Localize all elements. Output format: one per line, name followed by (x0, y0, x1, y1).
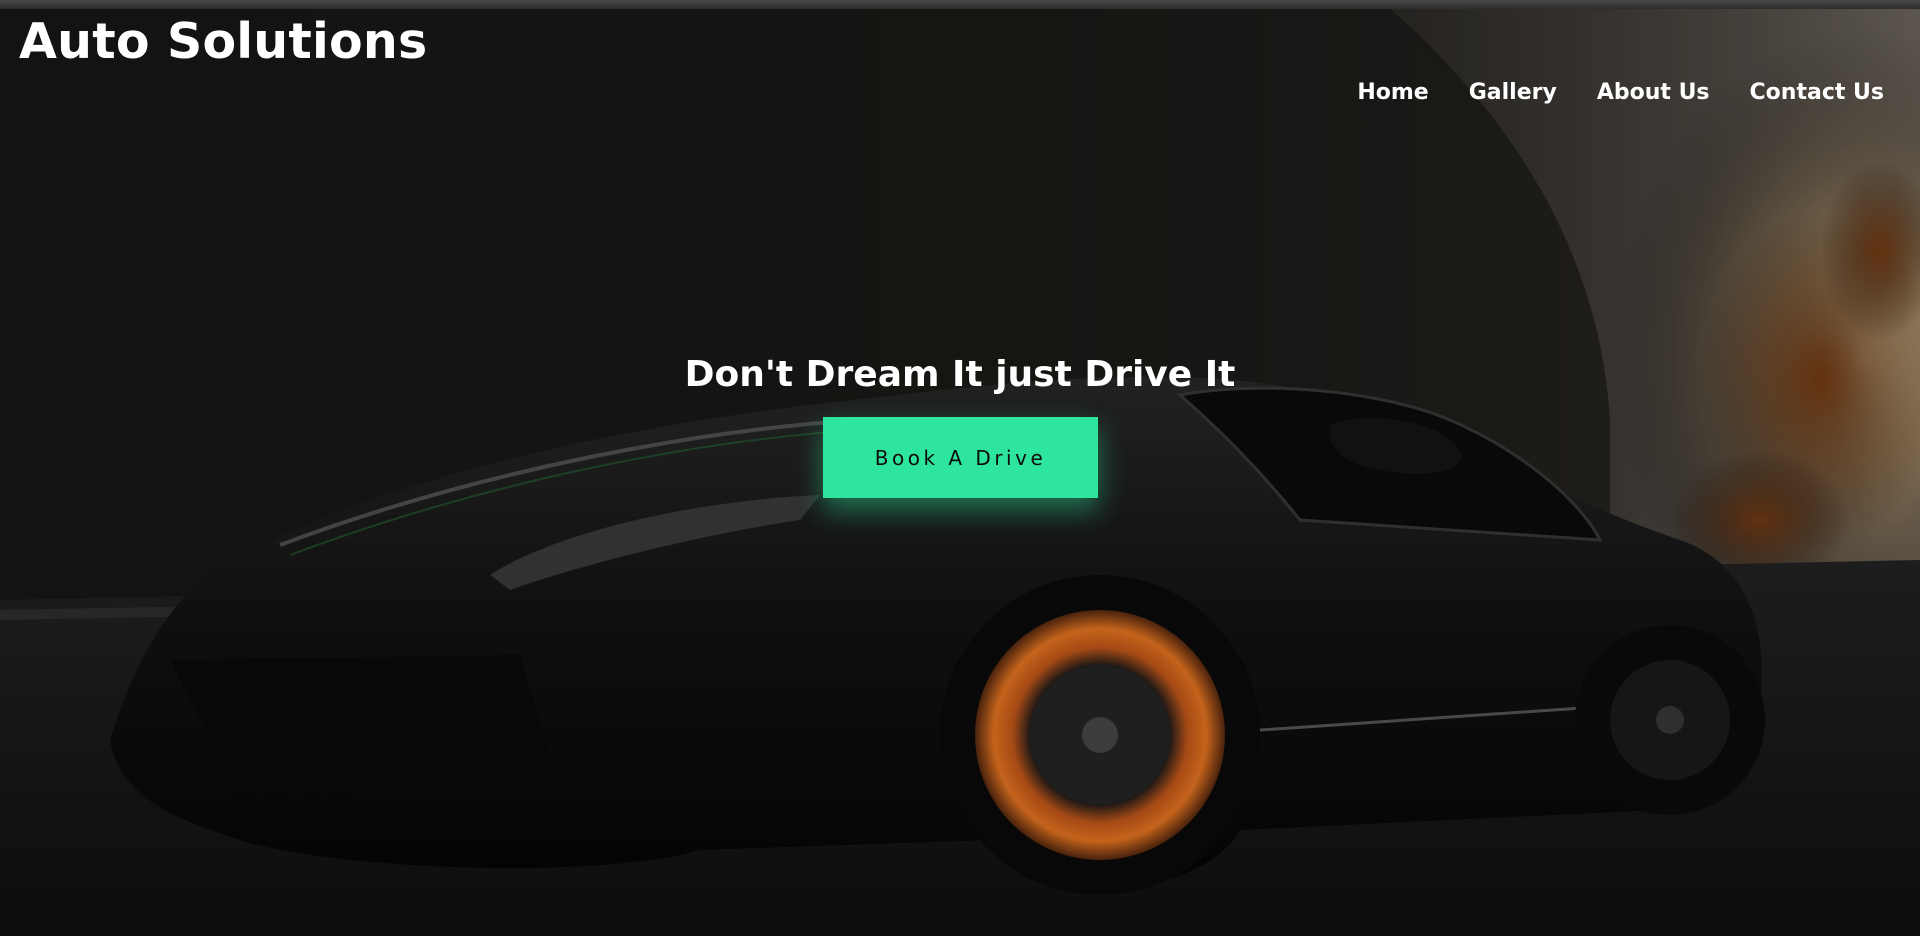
nav-item-contact-us[interactable]: Contact Us (1750, 80, 1884, 105)
hero-headline: Don't Dream It just Drive It (684, 354, 1236, 395)
main-navigation: Home Gallery About Us Contact Us (1357, 80, 1884, 105)
site-logo-title[interactable]: Auto Solutions (19, 10, 427, 74)
nav-item-gallery[interactable]: Gallery (1469, 80, 1557, 105)
nav-item-home[interactable]: Home (1357, 80, 1428, 105)
book-a-drive-button[interactable]: Book A Drive (823, 417, 1098, 498)
browser-top-edge (0, 0, 1920, 9)
nav-item-about-us[interactable]: About Us (1597, 80, 1710, 105)
landing-page: Auto Solutions Home Gallery About Us Con… (0, 0, 1920, 936)
